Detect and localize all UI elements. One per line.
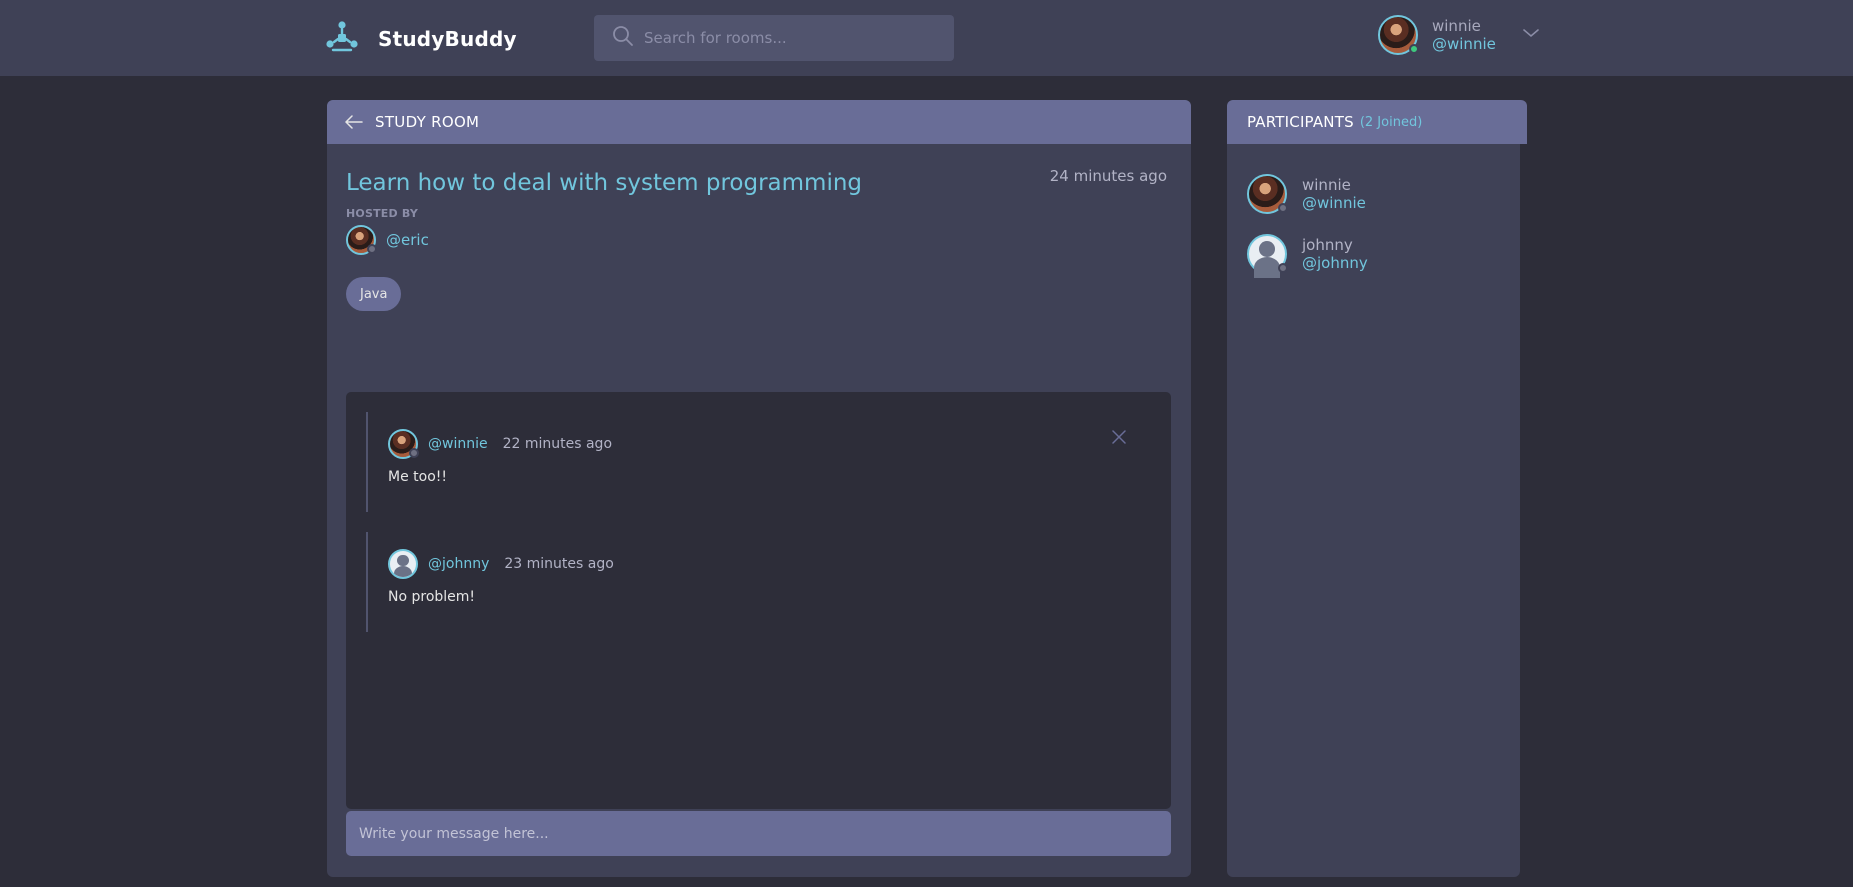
- participant-item[interactable]: winnie @winnie: [1227, 164, 1520, 224]
- search-bar[interactable]: [594, 15, 954, 61]
- message-item: @winnie 22 minutes ago Me too!!: [366, 412, 1126, 512]
- participant-item[interactable]: johnny @johnny: [1227, 224, 1520, 284]
- host-handle[interactable]: @eric: [386, 231, 429, 249]
- participants-title: PARTICIPANTS: [1247, 113, 1354, 131]
- message-author[interactable]: @johnny: [428, 556, 489, 572]
- app-name: StudyBuddy: [378, 27, 517, 51]
- room-panel: STUDY ROOM Learn how to deal with system…: [327, 100, 1191, 877]
- avatar[interactable]: [1247, 174, 1288, 214]
- message-composer[interactable]: [346, 811, 1171, 856]
- avatar: [346, 225, 377, 255]
- avatar[interactable]: [388, 549, 418, 579]
- user-handle: @winnie: [1432, 35, 1496, 53]
- search-icon: [594, 25, 634, 51]
- topic-tag[interactable]: Java: [346, 277, 402, 311]
- app-logo[interactable]: StudyBuddy: [325, 20, 517, 58]
- conversation-thread[interactable]: @winnie 22 minutes ago Me too!! @johnny …: [346, 392, 1171, 809]
- participant-handle[interactable]: @winnie: [1302, 194, 1366, 212]
- status-dot: [1278, 203, 1288, 213]
- status-dot: [409, 448, 419, 458]
- online-status-dot: [1409, 44, 1419, 54]
- room-created-time: 24 minutes ago: [1049, 167, 1167, 185]
- room-host[interactable]: @eric: [346, 225, 429, 255]
- message-body: No problem!: [388, 589, 476, 605]
- room-title: Learn how to deal with system programmin…: [346, 170, 863, 196]
- top-navbar: StudyBuddy winnie @winnie: [0, 0, 1853, 76]
- user-menu[interactable]: winnie @winnie: [1378, 15, 1540, 55]
- status-dot: [367, 244, 377, 254]
- user-menu-names: winnie @winnie: [1432, 17, 1496, 53]
- avatar[interactable]: [1247, 234, 1288, 279]
- participants-count: (2 Joined): [1359, 114, 1423, 130]
- participant-names: johnny @johnny: [1302, 236, 1368, 272]
- message-time: 22 minutes ago: [502, 436, 613, 452]
- participant-name: johnny: [1302, 236, 1353, 254]
- message-header: @winnie 22 minutes ago: [388, 429, 1126, 459]
- room-header: STUDY ROOM: [327, 100, 1191, 144]
- message-header: @johnny 23 minutes ago: [388, 549, 1126, 579]
- search-input[interactable]: [644, 29, 924, 47]
- participants-header: PARTICIPANTS (2 Joined): [1227, 100, 1527, 144]
- hosted-by-label: HOSTED BY: [346, 207, 419, 220]
- arrow-left-icon[interactable]: [345, 114, 365, 130]
- user-name: winnie: [1432, 17, 1481, 35]
- close-icon[interactable]: [1112, 429, 1126, 444]
- message-body: Me too!!: [388, 469, 447, 485]
- participant-name: winnie: [1302, 176, 1351, 194]
- message-item: @johnny 23 minutes ago No problem!: [366, 532, 1126, 632]
- participants-list: winnie @winnie johnny @johnny: [1227, 144, 1520, 877]
- message-author[interactable]: @winnie: [428, 436, 488, 452]
- chevron-down-icon[interactable]: [1522, 24, 1540, 43]
- message-input[interactable]: [359, 825, 1149, 842]
- message-time: 23 minutes ago: [504, 556, 614, 572]
- logo-icon: [325, 20, 359, 58]
- participants-panel: PARTICIPANTS (2 Joined) winnie @winnie j…: [1227, 100, 1527, 877]
- status-dot: [1278, 263, 1288, 273]
- avatar[interactable]: [1378, 15, 1419, 55]
- participant-names: winnie @winnie: [1302, 176, 1366, 212]
- avatar[interactable]: [388, 429, 419, 459]
- participant-handle[interactable]: @johnny: [1302, 254, 1368, 272]
- room-header-label: STUDY ROOM: [375, 113, 480, 131]
